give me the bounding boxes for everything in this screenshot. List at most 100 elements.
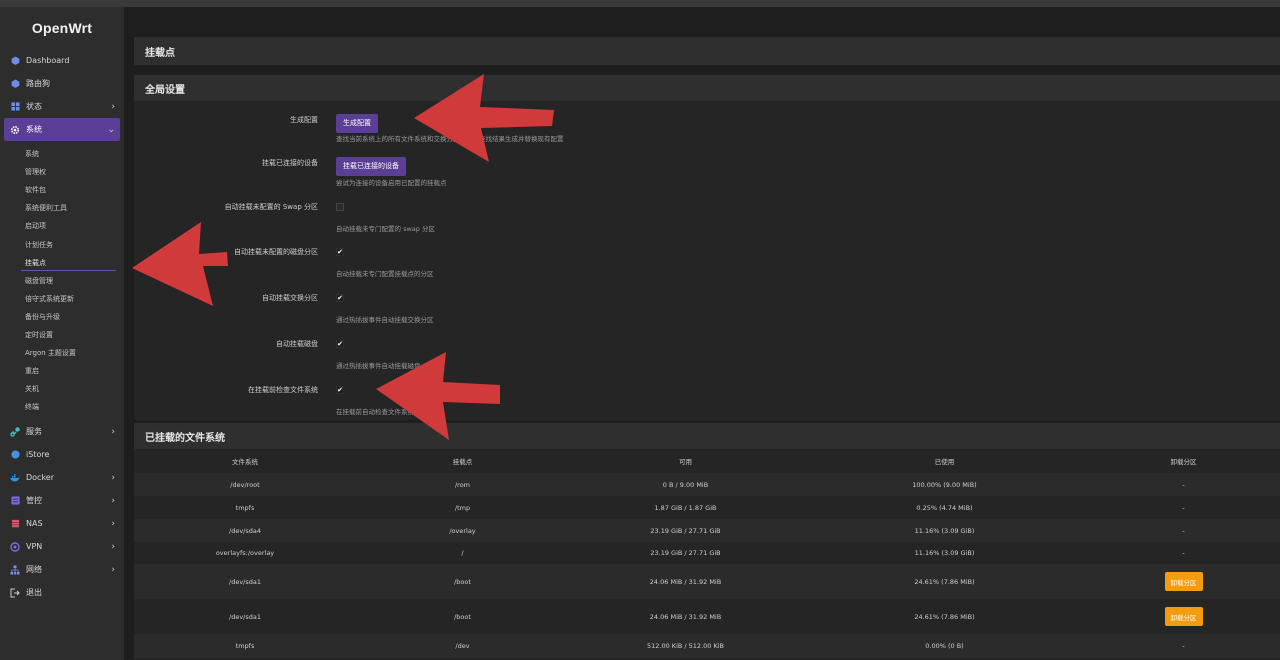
nav-status-label: 状态 bbox=[26, 102, 42, 111]
col-mountpoint: 挂载点 bbox=[452, 458, 473, 466]
sub-schedule[interactable]: 定时设置 bbox=[0, 326, 124, 344]
nav-vpn[interactable]: VPN › bbox=[0, 535, 124, 558]
cell-filesystem: /dev/root bbox=[134, 473, 356, 496]
sidebar: OpenWrt Dashboard 路由狗 状态 › 系统 ⌄ 系统 管理权 软… bbox=[0, 7, 124, 660]
chevron-right-icon: › bbox=[111, 541, 115, 552]
table-header-row: 文件系统 挂载点 可用 已使用 卸载分区 bbox=[134, 449, 1280, 473]
col-unmount: 卸载分区 bbox=[1170, 458, 1197, 466]
auto-disk-desc: 自动挂载未专门配置挂载点的分区 bbox=[336, 270, 434, 278]
nav-router-dog-label: 路由狗 bbox=[26, 79, 50, 88]
unmount-button[interactable]: 卸载分区 bbox=[1164, 607, 1203, 626]
link-icon bbox=[10, 427, 20, 437]
nav-vpn-label: VPN bbox=[26, 542, 43, 552]
check-fs-checkbox[interactable]: ✔ bbox=[336, 386, 344, 394]
sub-backup[interactable]: 备份与升级 bbox=[0, 308, 124, 326]
cell-used: 0.00% (0 B) bbox=[802, 634, 1087, 658]
nav-network-label: 网络 bbox=[26, 565, 42, 575]
table-row: /dev/sda1/boot 24.06 MiB / 31.92 MiB 24.61… bbox=[134, 564, 1280, 599]
sub-system[interactable]: 系统 bbox=[0, 145, 124, 163]
nav-status[interactable]: 状态 › bbox=[0, 95, 124, 118]
auto-disk-checkbox[interactable]: ✔ bbox=[336, 248, 344, 256]
generate-config-label: 生成配置 bbox=[290, 116, 318, 124]
cell-filesystem: /dev/sda1 bbox=[134, 599, 356, 634]
cell-mountpoint: /tmp bbox=[356, 496, 569, 519]
nav-logout[interactable]: 退出 bbox=[0, 581, 124, 604]
page-title: 挂载点 bbox=[134, 37, 1280, 65]
page-title-panel: 挂载点 bbox=[134, 37, 1280, 65]
sub-mountpoints[interactable]: 挂载点 bbox=[0, 254, 124, 272]
hotplug-swap-label: 自动挂载交换分区 bbox=[262, 294, 318, 302]
sub-disk-manager[interactable]: 磁盘管理 bbox=[0, 272, 124, 290]
grid-icon bbox=[10, 102, 20, 112]
col-available: 可用 bbox=[679, 458, 692, 466]
auto-swap-desc: 自动挂载未专门配置的 swap 分区 bbox=[336, 225, 435, 233]
istore-icon bbox=[10, 450, 20, 460]
chevron-right-icon: › bbox=[111, 495, 115, 506]
table-row: /dev/sda1/boot 24.06 MiB / 31.92 MiB 24.61… bbox=[134, 599, 1280, 634]
hotplug-disk-checkbox[interactable]: ✔ bbox=[336, 340, 344, 348]
nav-network[interactable]: 网络 › bbox=[0, 558, 124, 581]
nav-services-label: 服务 bbox=[26, 427, 42, 437]
auto-swap-label: 自动挂载未配置的 Swap 分区 bbox=[224, 203, 318, 211]
router-dog-icon bbox=[10, 79, 20, 89]
dashboard-icon bbox=[10, 56, 20, 66]
nav-docker[interactable]: Docker › bbox=[0, 466, 124, 489]
cell-unmount: 卸载分区 bbox=[1087, 564, 1280, 599]
sub-upgrade[interactable]: 倍守式系统更新 bbox=[0, 290, 124, 308]
sub-startup[interactable]: 启动项 bbox=[0, 217, 124, 235]
generate-config-button[interactable]: 生成配置 bbox=[336, 113, 378, 133]
cell-unmount: - bbox=[1087, 519, 1280, 542]
nav-istore[interactable]: iStore bbox=[0, 443, 124, 466]
sub-packages[interactable]: 软件包 bbox=[0, 181, 124, 199]
nav-control-label: 管控 bbox=[26, 496, 42, 506]
database-icon bbox=[10, 519, 20, 529]
chevron-down-icon: ⌄ bbox=[107, 124, 115, 135]
cell-filesystem: /dev/sda1 bbox=[134, 564, 356, 599]
cell-used: 11.16% (3.09 GiB) bbox=[802, 519, 1087, 542]
brand-logo: OpenWrt bbox=[31, 20, 93, 36]
chevron-right-icon: › bbox=[111, 472, 115, 483]
cell-unmount: - bbox=[1087, 542, 1280, 564]
system-submenu: 系统 管理权 软件包 系统便利工具 启动项 计划任务 挂载点 磁盘管理 倍守式系… bbox=[0, 141, 124, 420]
auto-swap-checkbox[interactable] bbox=[336, 203, 344, 211]
sub-terminal[interactable]: 终端 bbox=[0, 398, 124, 416]
network-icon bbox=[10, 565, 20, 575]
mounted-fs-panel: 已挂载的文件系统 文件系统 挂载点 可用 已使用 卸载分区 /dev/root /… bbox=[134, 423, 1280, 660]
nav-dashboard-label: Dashboard bbox=[26, 56, 70, 65]
mount-attached-button[interactable]: 挂载已连接的设备 bbox=[336, 156, 406, 176]
nav-nas-label: NAS bbox=[26, 519, 43, 529]
hotplug-disk-desc: 通过热插拔事件自动挂载磁盘 bbox=[336, 362, 421, 370]
sub-argon[interactable]: Argon 主题设置 bbox=[0, 344, 124, 362]
check-fs-label: 在挂载前检查文件系统 bbox=[248, 386, 318, 394]
global-settings-panel: 全局设置 生成配置 生成配置 查找当前系统上的所有文件系统和交换分区，根据查找结… bbox=[134, 75, 1280, 420]
table-row: overlayfs:/overlay/23.19 GiB / 27.71 GiB… bbox=[134, 542, 1280, 564]
hotplug-disk-label: 自动挂载磁盘 bbox=[276, 340, 318, 348]
cell-unmount: - bbox=[1087, 473, 1280, 496]
hotplug-swap-checkbox[interactable]: ✔ bbox=[336, 294, 344, 302]
cell-available: 23.19 GiB / 27.71 GiB bbox=[569, 542, 802, 564]
nav-dashboard[interactable]: Dashboard bbox=[0, 49, 124, 72]
nav-router-dog[interactable]: 路由狗 bbox=[0, 72, 124, 95]
nav-control[interactable]: 管控 › bbox=[0, 489, 124, 512]
mount-attached-desc: 尝试为连接的设备启用已配置的挂载点 bbox=[336, 179, 447, 187]
cell-used: 0.25% (4.74 MiB) bbox=[802, 496, 1087, 519]
cell-available: 23.19 GiB / 27.71 GiB bbox=[569, 519, 802, 542]
nav-nas[interactable]: NAS › bbox=[0, 512, 124, 535]
col-used: 已使用 bbox=[934, 458, 955, 466]
nav-system[interactable]: 系统 ⌄ bbox=[4, 118, 120, 141]
nav-services[interactable]: 服务 › bbox=[0, 420, 124, 443]
sub-tools[interactable]: 系统便利工具 bbox=[0, 199, 124, 217]
cell-available: 0 B / 9.00 MiB bbox=[569, 473, 802, 496]
table-row: tmpfs/tmp 1.87 GiB / 1.87 GiB 0.25% (4.74 … bbox=[134, 496, 1280, 519]
sub-crontab[interactable]: 计划任务 bbox=[0, 235, 124, 253]
sub-reboot[interactable]: 重启 bbox=[0, 362, 124, 380]
main-content: 挂载点 全局设置 生成配置 生成配置 查找当前系统上的所有文件系统和交换分区，根… bbox=[124, 7, 1280, 660]
panel-icon bbox=[10, 496, 20, 506]
chevron-right-icon: › bbox=[111, 426, 115, 437]
sub-admin[interactable]: 管理权 bbox=[0, 163, 124, 181]
nav-docker-label: Docker bbox=[26, 473, 55, 483]
unmount-button[interactable]: 卸载分区 bbox=[1164, 572, 1203, 591]
sub-shutdown[interactable]: 关机 bbox=[0, 380, 124, 398]
cell-used: 24.61% (7.86 MiB) bbox=[802, 564, 1087, 599]
table-row: /dev/sda4/overlay 23.19 GiB / 27.71 GiB 11… bbox=[134, 519, 1280, 542]
